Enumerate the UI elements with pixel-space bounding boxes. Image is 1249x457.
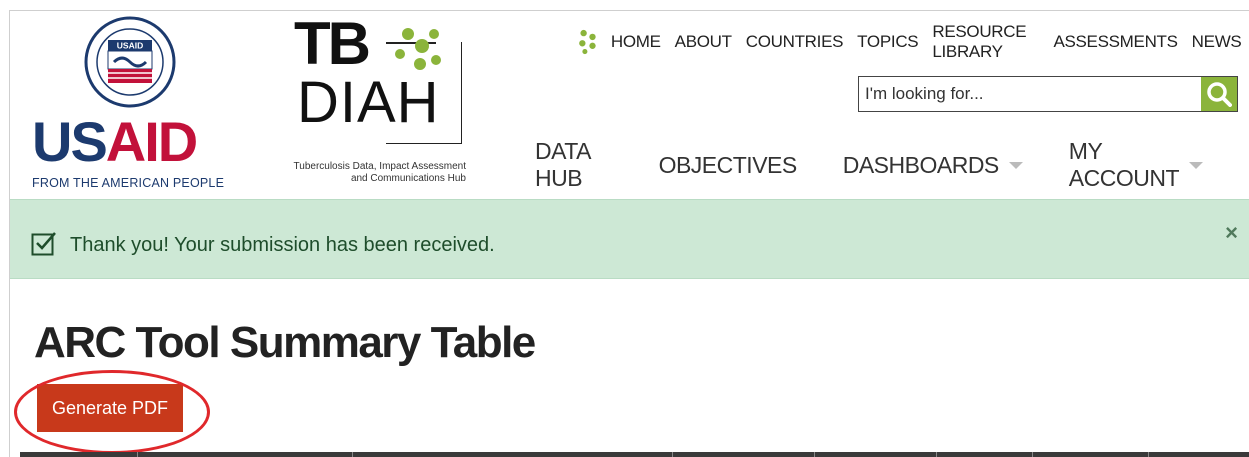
main-nav-label: OBJECTIVES — [658, 151, 798, 178]
tb-diah-logo[interactable]: TB DIAH Tuberculosis Data, Impact Assess… — [266, 14, 466, 189]
main-nav-my-account[interactable]: MY ACCOUNT — [1069, 138, 1203, 192]
page-title: ARC Tool Summary Table — [34, 318, 536, 367]
top-nav-news[interactable]: NEWS — [1192, 32, 1242, 52]
main-nav-label: DATA HUB — [535, 138, 590, 191]
chevron-down-icon — [1189, 161, 1203, 169]
green-dots-icon — [579, 29, 596, 55]
usaid-tagline: FROM THE AMERICAN PEOPLE — [32, 176, 225, 190]
search-button[interactable] — [1201, 77, 1237, 111]
table-column-divider — [20, 452, 138, 457]
usaid-logo[interactable]: USAID USAID FROM THE AMERICAN PEOPLE — [30, 16, 230, 190]
success-alert: Thank you! Your submission has been rece… — [10, 199, 1249, 279]
checkbox-check-icon — [31, 232, 56, 256]
top-nav: HOME ABOUT COUNTRIES TOPICS RESOURCE LIB… — [576, 22, 1249, 62]
table-column-divider — [673, 452, 815, 457]
summary-table-header — [20, 452, 1249, 457]
top-nav-home[interactable]: HOME — [611, 32, 661, 52]
close-icon[interactable]: × — [1225, 220, 1238, 246]
main-nav-data-hub[interactable]: DATA HUB — [535, 138, 613, 192]
top-nav-countries[interactable]: COUNTRIES — [746, 32, 844, 52]
tb-diah-tagline-line1: Tuberculosis Data, Impact Assessment — [293, 161, 466, 172]
top-nav-assessments[interactable]: ASSESSMENTS — [1053, 32, 1178, 52]
tb-diah-tagline-line2: and Communications Hub — [350, 173, 466, 184]
seal-text: USAID — [117, 41, 143, 51]
top-nav-about[interactable]: ABOUT — [675, 32, 732, 52]
chevron-down-icon — [1008, 161, 1023, 169]
usaid-wordmark: USAID — [32, 114, 198, 170]
table-column-divider — [353, 452, 673, 457]
main-nav-label: MY ACCOUNT — [1068, 138, 1180, 191]
tb-diah-tagline: Tuberculosis Data, Impact Assessment and… — [266, 161, 466, 185]
search-input[interactable] — [859, 77, 1201, 111]
green-dots-icon — [395, 28, 441, 70]
search-icon — [1207, 82, 1232, 107]
top-nav-topics[interactable]: TOPICS — [857, 32, 918, 52]
main-nav-objectives[interactable]: OBJECTIVES — [658, 151, 798, 179]
table-column-divider — [815, 452, 937, 457]
main-nav: DATA HUB OBJECTIVES DASHBOARDS MY ACCOUN… — [535, 138, 1249, 192]
generate-pdf-button[interactable]: Generate PDF — [37, 384, 183, 432]
top-nav-resource-library[interactable]: RESOURCE LIBRARY — [932, 22, 1039, 62]
table-column-divider — [937, 452, 1033, 457]
usaid-seal-icon: USAID — [84, 16, 176, 108]
usaid-wordmark-aid: AID — [105, 110, 198, 173]
diah-wordmark: DIAH — [297, 70, 440, 135]
table-column-divider — [1033, 452, 1149, 457]
alert-message: Thank you! Your submission has been rece… — [70, 234, 495, 256]
main-nav-dashboards[interactable]: DASHBOARDS — [843, 152, 1023, 179]
tb-wordmark: TB — [294, 10, 371, 77]
usaid-wordmark-us: US — [32, 110, 108, 173]
main-nav-label: DASHBOARDS — [842, 151, 1000, 178]
search-bar — [858, 76, 1238, 112]
table-column-divider — [138, 452, 353, 457]
